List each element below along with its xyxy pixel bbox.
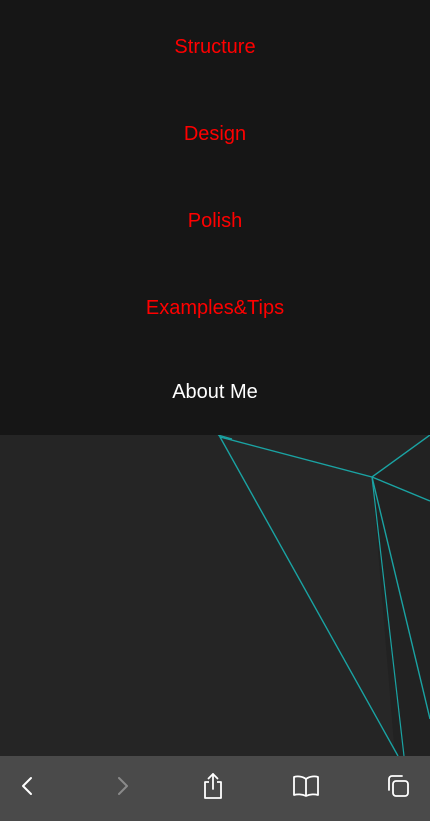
back-button[interactable] bbox=[6, 764, 50, 808]
menu-item-design[interactable]: Design bbox=[0, 122, 430, 146]
menu-item-examples-tips[interactable]: Examples&Tips bbox=[0, 296, 430, 320]
menu-item-structure[interactable]: Structure bbox=[0, 35, 430, 59]
bookmarks-book-icon bbox=[293, 775, 319, 797]
bookmarks-button[interactable] bbox=[284, 764, 328, 808]
hero-background-image bbox=[0, 435, 430, 756]
forward-button[interactable] bbox=[100, 764, 144, 808]
tabs-button[interactable] bbox=[376, 764, 420, 808]
back-chevron-icon bbox=[22, 777, 32, 795]
share-icon bbox=[204, 773, 222, 799]
menu-item-polish[interactable]: Polish bbox=[0, 209, 430, 233]
polygon-artwork bbox=[217, 435, 430, 756]
menu-item-about-me[interactable]: About Me bbox=[0, 380, 430, 404]
forward-chevron-icon bbox=[118, 777, 128, 795]
share-button[interactable] bbox=[191, 764, 235, 808]
browser-toolbar bbox=[0, 756, 430, 821]
navigation-menu: Structure Design Polish Examples&Tips Ab… bbox=[0, 0, 430, 435]
tabs-icon bbox=[388, 775, 409, 797]
